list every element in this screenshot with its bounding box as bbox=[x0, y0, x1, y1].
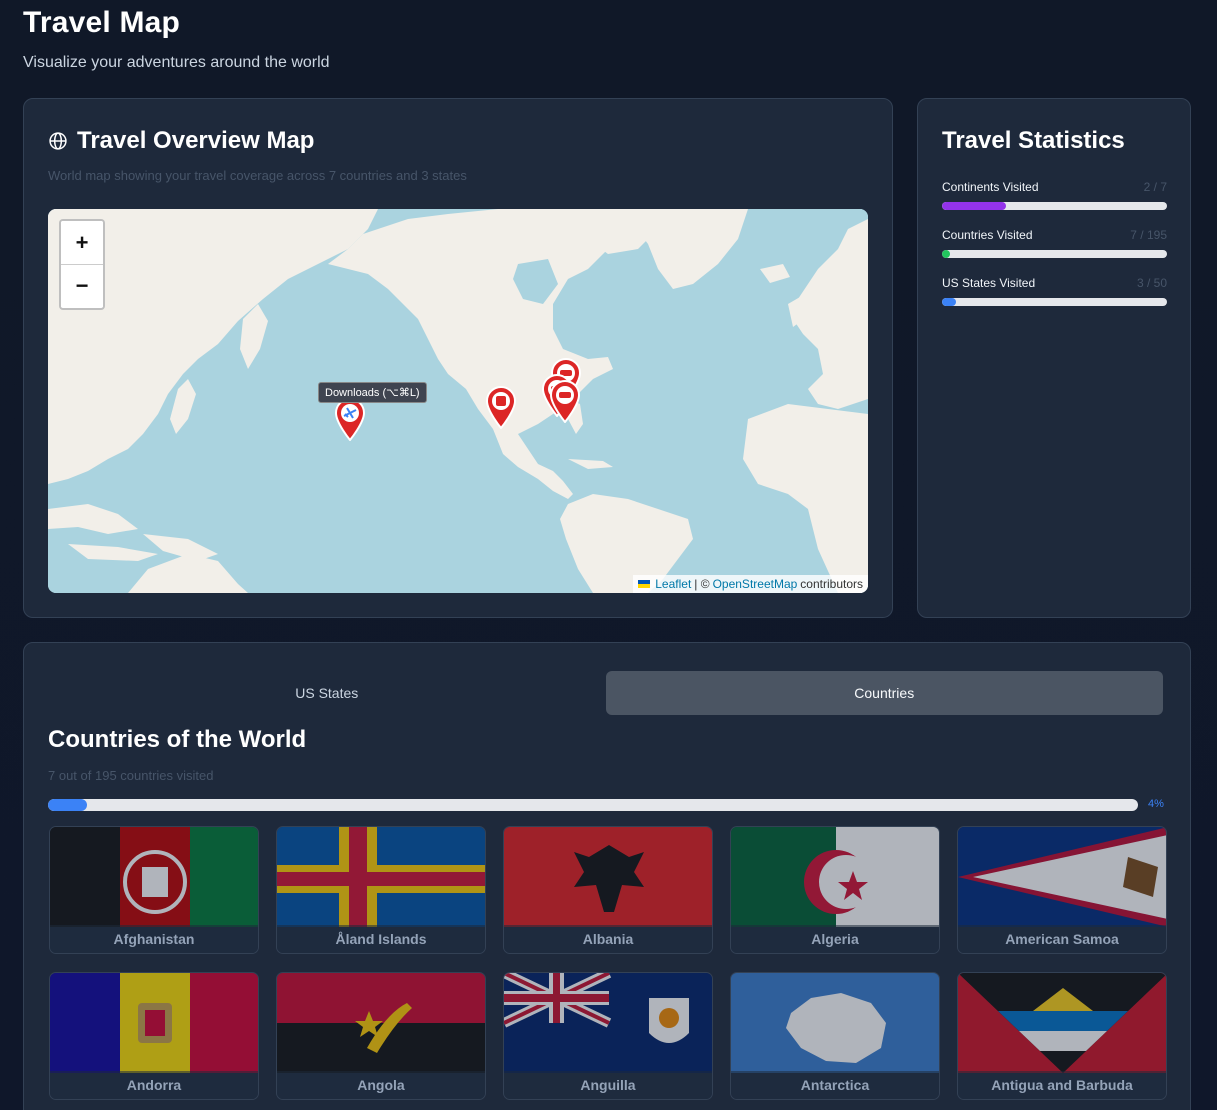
tab-us-states[interactable]: US States bbox=[48, 671, 606, 715]
page-header: Travel Map Visualize your adventures aro… bbox=[23, 6, 330, 72]
country-name: Anguilla bbox=[504, 1071, 712, 1099]
map-card-header: Travel Overview Map bbox=[48, 127, 314, 155]
country-name: Afghanistan bbox=[50, 925, 258, 953]
stat-label: US States Visited bbox=[942, 276, 1036, 290]
country-name: Antigua and Barbuda bbox=[958, 1071, 1166, 1099]
stat-label: Continents Visited bbox=[942, 180, 1039, 194]
country-card-afghanistan[interactable]: Afghanistan bbox=[49, 826, 259, 954]
countries-card: US States Countries Countries of the Wor… bbox=[23, 642, 1191, 1110]
country-name: Andorra bbox=[50, 1071, 258, 1099]
tab-bar: US States Countries bbox=[48, 671, 1163, 715]
map-card: Travel Overview Map World map showing yo… bbox=[23, 98, 893, 618]
stat-continents: Continents Visited 2 / 7 bbox=[942, 180, 1167, 210]
map-marker-us-east-3[interactable] bbox=[548, 379, 582, 423]
tooltip: Downloads (⌥⌘L) bbox=[318, 382, 427, 403]
country-card-albania[interactable]: Albania bbox=[503, 826, 713, 954]
map-tiles bbox=[48, 209, 868, 593]
countries-progress-percent: 4% bbox=[1148, 798, 1164, 810]
country-name: Antarctica bbox=[731, 1071, 939, 1099]
stat-count: 2 / 7 bbox=[1143, 180, 1167, 194]
country-name: Albania bbox=[504, 925, 712, 953]
tab-countries[interactable]: Countries bbox=[605, 671, 1163, 715]
map-marker-mexico[interactable] bbox=[484, 385, 518, 429]
country-card-anguilla[interactable]: Anguilla bbox=[503, 972, 713, 1100]
country-card-antarctica[interactable]: Antarctica bbox=[730, 972, 940, 1100]
zoom-out-button[interactable]: − bbox=[61, 264, 103, 307]
stats-card-title: Travel Statistics bbox=[942, 127, 1125, 154]
globe-icon bbox=[49, 132, 67, 150]
map-attribution: Leaflet | © OpenStreetMap contributors bbox=[633, 575, 868, 593]
stat-count: 7 / 195 bbox=[1130, 228, 1167, 242]
section-title: Countries of the World bbox=[48, 726, 307, 753]
zoom-control: + − bbox=[59, 219, 105, 310]
map-card-title: Travel Overview Map bbox=[77, 127, 315, 154]
country-card-algeria[interactable]: Algeria bbox=[730, 826, 940, 954]
train-icon bbox=[496, 396, 506, 406]
map-description: World map showing your travel coverage a… bbox=[48, 168, 467, 183]
stat-countries: Countries Visited 7 / 195 bbox=[942, 228, 1167, 258]
map-marker-hawaii[interactable] bbox=[333, 397, 367, 441]
country-name: Angola bbox=[277, 1071, 485, 1099]
attribution-separator: | © bbox=[694, 577, 710, 591]
stats-card: Travel Statistics Continents Visited 2 /… bbox=[917, 98, 1191, 618]
stat-progress-fill bbox=[942, 250, 951, 258]
stat-progress-track bbox=[942, 250, 1167, 258]
country-name: Algeria bbox=[731, 925, 939, 953]
stat-count: 3 / 50 bbox=[1136, 276, 1167, 290]
country-card-american-samoa[interactable]: American Samoa bbox=[957, 826, 1167, 954]
stat-us-states: US States Visited 3 / 50 bbox=[942, 276, 1167, 306]
leaflet-link[interactable]: Leaflet bbox=[655, 577, 691, 591]
country-card-antigua-and-barbuda[interactable]: Antigua and Barbuda bbox=[957, 972, 1167, 1100]
stat-progress-track bbox=[942, 202, 1167, 210]
ukraine-flag-icon bbox=[638, 580, 651, 588]
attribution-suffix: contributors bbox=[800, 577, 863, 591]
countries-progress-fill bbox=[48, 799, 88, 811]
countries-progress-track bbox=[48, 799, 1138, 811]
page-title: Travel Map bbox=[23, 6, 181, 39]
car-icon bbox=[559, 392, 571, 398]
zoom-in-button[interactable]: + bbox=[61, 221, 103, 264]
stat-label: Countries Visited bbox=[942, 228, 1033, 242]
country-card-andorra[interactable]: Andorra bbox=[49, 972, 259, 1100]
stat-progress-track bbox=[942, 298, 1167, 306]
country-card-aland-islands[interactable]: Åland Islands bbox=[276, 826, 486, 954]
country-name: American Samoa bbox=[958, 925, 1166, 953]
section-subtitle: 7 out of 195 countries visited bbox=[48, 768, 214, 783]
page-subtitle: Visualize your adventures around the wor… bbox=[23, 54, 330, 71]
country-card-angola[interactable]: Angola bbox=[276, 972, 486, 1100]
stat-progress-fill bbox=[942, 202, 1007, 210]
stat-progress-fill bbox=[942, 298, 956, 306]
world-map[interactable]: + − Downloads (⌥⌘L) Leaflet | © OpenStre… bbox=[48, 209, 868, 593]
country-name: Åland Islands bbox=[277, 925, 485, 953]
osm-link[interactable]: OpenStreetMap bbox=[713, 577, 798, 591]
